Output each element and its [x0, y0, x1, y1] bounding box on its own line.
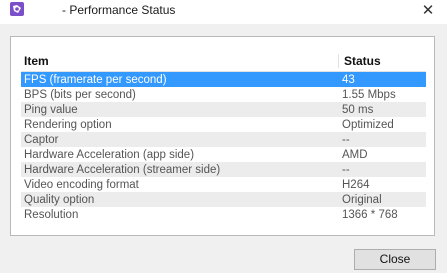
row-item: Video encoding format [24, 178, 139, 191]
status-table: Item Status FPS (framerate per second) 4… [21, 50, 426, 222]
row-status: Optimized [342, 118, 394, 131]
row-item: BPS (bits per second) [24, 88, 136, 101]
status-table-panel: Item Status FPS (framerate per second) 4… [10, 36, 435, 236]
table-row[interactable]: Rendering option Optimized [21, 117, 426, 132]
row-status: -- [342, 133, 350, 146]
dialog-content: Item Status FPS (framerate per second) 4… [0, 24, 447, 273]
window-title: - Performance Status [62, 3, 176, 17]
table-row[interactable]: Ping value 50 ms [21, 102, 426, 117]
table-row[interactable]: FPS (framerate per second) 43 [21, 72, 426, 87]
row-status: 50 ms [342, 103, 374, 116]
app-icon [10, 2, 24, 16]
table-row[interactable]: Video encoding format H264 [21, 177, 426, 192]
table-row[interactable]: BPS (bits per second) 1.55 Mbps [21, 87, 426, 102]
row-item: Resolution [24, 208, 79, 221]
table-header: Item Status [21, 50, 426, 72]
row-item: Captor [24, 133, 59, 146]
row-item: FPS (framerate per second) [24, 73, 167, 86]
close-button[interactable]: Close [354, 249, 436, 270]
row-item: Hardware Acceleration (app side) [24, 148, 195, 161]
row-status: 43 [342, 73, 355, 86]
row-status: H264 [342, 178, 370, 191]
row-item: Rendering option [24, 118, 112, 131]
close-icon[interactable]: ✕ [419, 1, 437, 19]
table-row[interactable]: Hardware Acceleration (app side) AMD [21, 147, 426, 162]
row-status: 1366 * 768 [342, 208, 398, 221]
row-status: AMD [342, 148, 368, 161]
table-row[interactable]: Resolution 1366 * 768 [21, 207, 426, 222]
table-row[interactable]: Captor -- [21, 132, 426, 147]
row-status: Original [342, 193, 382, 206]
table-row[interactable]: Quality option Original [21, 192, 426, 207]
title-bar: - Performance Status ✕ [0, 0, 447, 24]
row-item: Ping value [24, 103, 78, 116]
table-row[interactable]: Hardware Acceleration (streamer side) -- [21, 162, 426, 177]
row-status: -- [342, 163, 350, 176]
column-header-status[interactable]: Status [338, 53, 426, 68]
row-item: Quality option [24, 193, 95, 206]
row-status: 1.55 Mbps [342, 88, 396, 101]
row-item: Hardware Acceleration (streamer side) [24, 163, 221, 176]
column-header-item[interactable]: Item [21, 54, 338, 68]
